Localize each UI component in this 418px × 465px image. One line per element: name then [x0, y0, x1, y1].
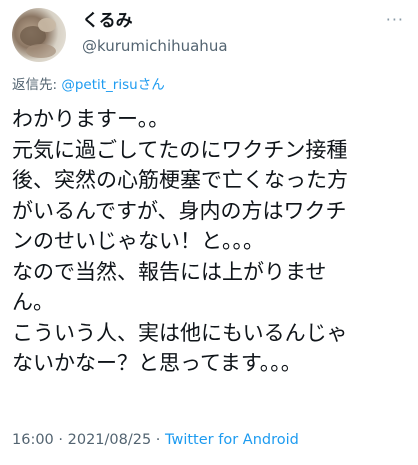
meta-separator: ·: [53, 432, 68, 448]
tweet-meta: 16:00 · 2021/08/25 · Twitter for Android: [12, 430, 299, 450]
reply-to-prefix: 返信先:: [12, 77, 62, 93]
reply-to-mention[interactable]: @petit_risu: [61, 77, 137, 93]
reply-to-suffix: さん: [137, 77, 165, 93]
reply-to-line: 返信先: @petit_risuさん: [12, 76, 165, 94]
tweet-line: わかりますー。。: [12, 107, 170, 131]
tweet-text: わかりますー。。 元気に過ごしてたのにワクチン接種 後、突然の心筋梗塞で亡くなっ…: [12, 104, 412, 379]
tweet-line: 元気に過ごしてたのにワクチン接種: [12, 137, 348, 162]
avatar-photo-part: [38, 18, 56, 32]
tweet-date[interactable]: 2021/08/25: [68, 432, 152, 448]
author-display-name[interactable]: くるみ: [82, 10, 133, 32]
tweet-line: ん。: [12, 290, 54, 314]
tweet-line: がいるんですが、身内の方はワクチ: [12, 198, 347, 223]
tweet-line: なので当然、報告には上がりませ: [12, 259, 327, 284]
avatar[interactable]: [12, 8, 66, 62]
tweet-line: 後、突然の心筋梗塞で亡くなった方: [12, 168, 348, 192]
tweet-line: ないかなー？と思ってます。。。: [12, 351, 302, 375]
author-username[interactable]: @kurumichihuahua: [82, 36, 228, 56]
tweet-line: ンのせいじゃない！と。。。: [12, 229, 264, 253]
meta-separator: ·: [151, 432, 166, 448]
tweet-line: こういう人、実は他にもいるんじゃ: [12, 320, 348, 345]
more-options-icon[interactable]: ···: [386, 12, 404, 28]
tweet-time[interactable]: 16:00: [12, 432, 54, 448]
avatar-photo-part: [26, 44, 56, 58]
tweet-source-link[interactable]: Twitter for Android: [165, 432, 299, 448]
